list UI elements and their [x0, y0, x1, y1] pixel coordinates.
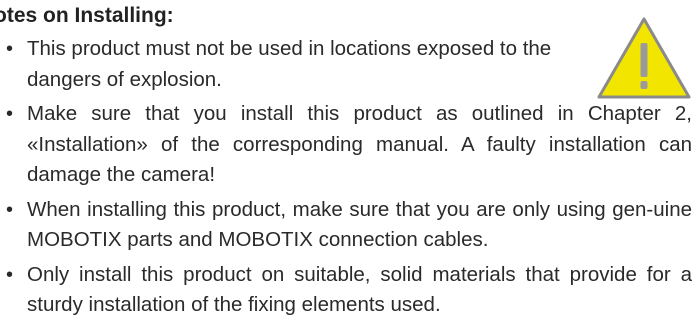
list-item-text: Make sure that you install this product … [27, 102, 692, 186]
list-item: • This product must not be used in locat… [0, 34, 692, 95]
section-heading: otes on Installing: [0, 4, 174, 27]
list-item-text: This product must not be used in locatio… [27, 37, 552, 91]
bullet-marker: • [6, 103, 14, 125]
list-item: • When installing this product, make sur… [0, 195, 692, 256]
list-item: • Make sure that you install this produc… [0, 99, 692, 191]
bullet-marker: • [6, 198, 14, 221]
bullet-marker: • [6, 263, 14, 286]
notes-list: • This product must not be used in locat… [0, 34, 692, 323]
bullet-marker: • [6, 38, 14, 60]
list-item-text: When installing this product, make sure … [27, 197, 692, 252]
list-item: • Only install this product on suitable,… [0, 260, 692, 321]
installation-notes-page: otes on Installing: • This product must … [0, 0, 694, 323]
list-item-text: Only install this product on suitable, s… [27, 262, 692, 317]
